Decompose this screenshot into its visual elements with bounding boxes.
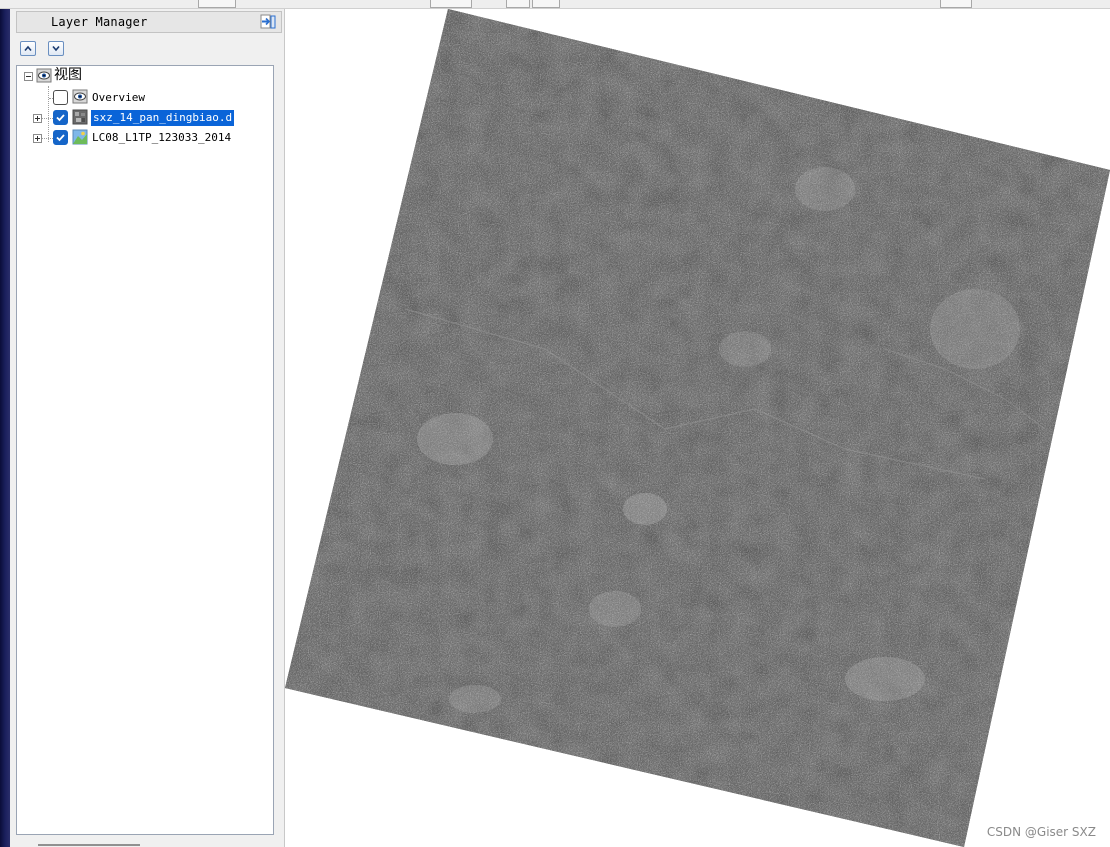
layer-label[interactable]: LC08_L1TP_123033_2014 xyxy=(92,130,231,146)
layer-tree: 视图 Overview sxz_14_pan_dingbiao.d LC08_L… xyxy=(16,65,274,835)
layer-checkbox[interactable] xyxy=(53,110,68,125)
collapse-root-toggle[interactable] xyxy=(24,72,33,81)
layer-manager-panel: Layer Manager 视图 Overview sxz_14_pan_din… xyxy=(10,9,285,847)
pin-icon[interactable] xyxy=(259,14,277,30)
eye-icon xyxy=(36,68,52,84)
horizontal-scrollbar[interactable] xyxy=(38,844,140,846)
expand-layer-toggle[interactable] xyxy=(33,134,42,143)
expand-layer-toggle[interactable] xyxy=(33,114,42,123)
layer-label[interactable]: Overview xyxy=(92,90,145,106)
toolbar-strip xyxy=(0,0,1110,9)
raster-color-icon xyxy=(72,129,88,145)
panel-title: Layer Manager xyxy=(51,15,148,29)
layer-checkbox[interactable] xyxy=(53,130,68,145)
toolbar-control[interactable] xyxy=(940,0,972,8)
move-down-button[interactable] xyxy=(48,41,64,56)
toolbar-control[interactable] xyxy=(430,0,472,8)
overview-checkbox[interactable] xyxy=(53,90,68,105)
toolbar-control[interactable] xyxy=(506,0,530,8)
arrow-down-icon xyxy=(52,45,60,52)
root-node-label[interactable]: 视图 xyxy=(54,67,82,83)
eye-icon xyxy=(72,89,88,105)
toolbar-control[interactable] xyxy=(532,0,560,8)
raster-gray-icon xyxy=(72,109,88,125)
arrow-up-icon xyxy=(24,45,32,52)
satellite-image xyxy=(285,9,1110,847)
desktop-edge xyxy=(0,0,10,847)
map-canvas[interactable]: CSDN @Giser SXZ xyxy=(285,9,1110,847)
layer-manager-header: Layer Manager xyxy=(16,11,282,33)
tree-connector xyxy=(48,86,49,142)
toolbar-control[interactable] xyxy=(198,0,236,8)
layer-label[interactable]: sxz_14_pan_dingbiao.d xyxy=(91,110,235,126)
move-up-button[interactable] xyxy=(20,41,36,56)
watermark-text: CSDN @Giser SXZ xyxy=(986,825,1096,839)
